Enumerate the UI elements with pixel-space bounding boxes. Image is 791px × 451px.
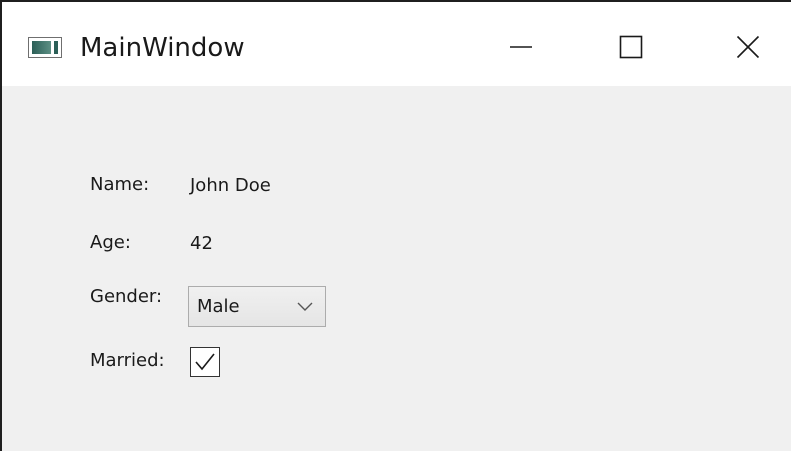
checkmark-icon [195,353,215,371]
name-value: John Doe [190,175,271,196]
gender-selected-value: Male [197,296,240,317]
window-app-icon [28,37,62,58]
minimize-button[interactable] [491,20,551,74]
title-bar[interactable]: MainWindow [2,2,791,86]
name-label: Name: [90,174,150,195]
chevron-down-icon [297,302,313,311]
age-label: Age: [90,232,131,253]
close-button[interactable] [718,20,778,74]
close-icon [736,35,760,59]
main-window: MainWindow Name: John Doe Age: 42 Gender… [0,0,791,451]
age-value: 42 [190,233,213,254]
maximize-icon [619,35,643,59]
window-client-area: Name: John Doe Age: 42 Gender: Male Marr… [2,86,791,451]
maximize-button[interactable] [601,20,661,74]
married-checkbox[interactable] [190,347,220,377]
minimize-icon [510,46,532,48]
gender-combobox[interactable]: Male [188,286,326,327]
married-label: Married: [90,350,165,371]
window-title: MainWindow [80,33,245,63]
gender-label: Gender: [90,286,163,307]
